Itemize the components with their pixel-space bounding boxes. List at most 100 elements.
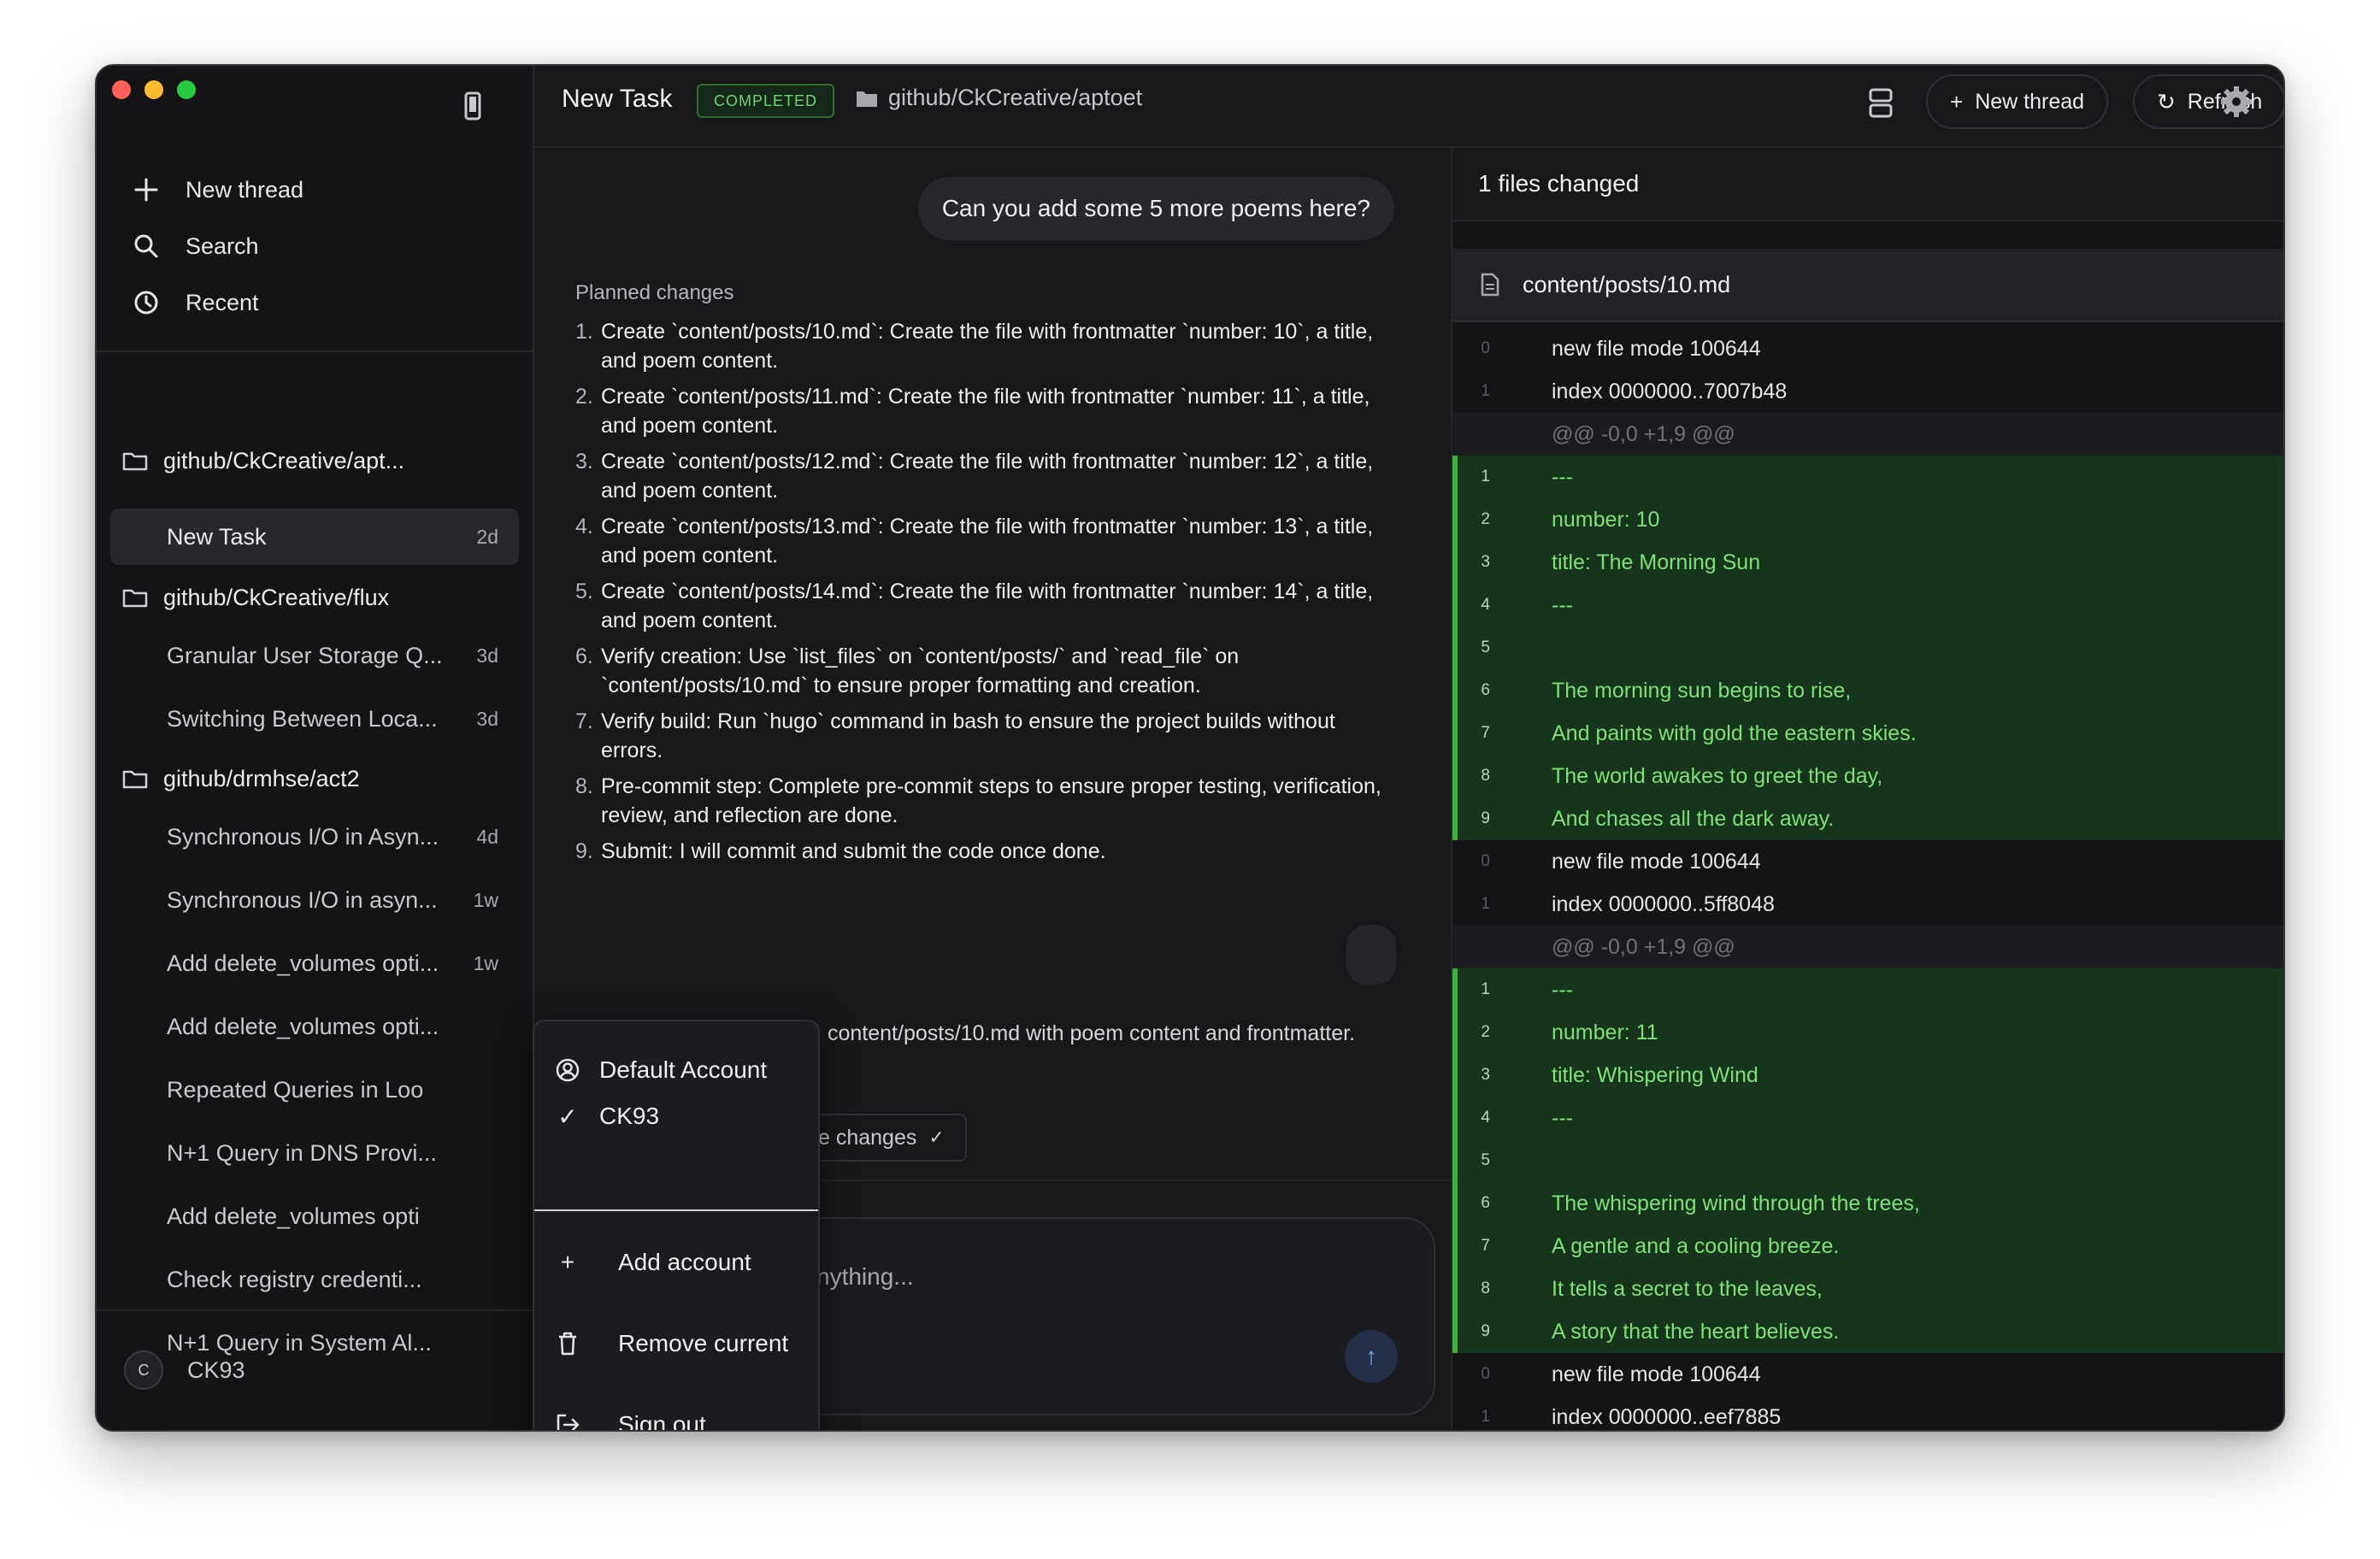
check-icon: ✓ bbox=[928, 1127, 945, 1148]
thread-age: 1w bbox=[473, 888, 498, 911]
sidebar-recent[interactable]: Recent bbox=[131, 274, 303, 331]
send-button[interactable]: ↑ bbox=[1345, 1330, 1398, 1383]
line-number: 0 bbox=[1481, 852, 1490, 870]
repo-group-header[interactable]: github/drmhse/act2 bbox=[122, 760, 360, 797]
folder-icon bbox=[122, 589, 148, 608]
diff-added-line: 9 And chases all the dark away. bbox=[1452, 797, 2283, 840]
diff-meta-line: 0 new file mode 100644 bbox=[1452, 327, 2283, 370]
new-thread-button[interactable]: + New thread bbox=[1926, 74, 2109, 129]
account-switcher[interactable]: C CK93 bbox=[124, 1350, 245, 1390]
current-account-label: CK93 bbox=[599, 1103, 660, 1129]
repo-group-name: github/CkCreative/flux bbox=[163, 584, 390, 610]
diff-added-line: 8 It tells a secret to the leaves, bbox=[1452, 1268, 2283, 1310]
thread-item[interactable]: Synchronous I/O in asyn... 1w bbox=[110, 872, 519, 928]
mobile-view-icon[interactable] bbox=[457, 90, 488, 124]
thread-item[interactable]: Add delete_volumes opti... 1w bbox=[110, 935, 519, 991]
folder-icon bbox=[122, 452, 148, 471]
sidebar-recent-label: Recent bbox=[186, 289, 259, 315]
thread-item[interactable]: Synchronous I/O in Asyn... 4d bbox=[110, 809, 519, 865]
diff-added-line: 7 A gentle and a cooling breeze. bbox=[1452, 1225, 2283, 1268]
line-number: 5 bbox=[1481, 638, 1490, 656]
line-number: 8 bbox=[1481, 767, 1490, 785]
line-number: 1 bbox=[1481, 468, 1490, 485]
line-number: 4 bbox=[1481, 1109, 1490, 1127]
line-code: A story that the heart believes. bbox=[1552, 1319, 1840, 1344]
thread-item[interactable]: Add delete_volumes opti bbox=[110, 1188, 519, 1244]
line-number: 1 bbox=[1481, 895, 1490, 913]
minimize-window-button[interactable] bbox=[144, 80, 163, 99]
plus-icon bbox=[131, 174, 162, 205]
refresh-button[interactable]: ↻ Refresh bbox=[2133, 74, 2283, 129]
current-account-item[interactable]: ✓ CK93 bbox=[553, 1102, 837, 1131]
thread-item[interactable]: Add delete_volumes opti... bbox=[110, 998, 519, 1055]
line-number: 8 bbox=[1481, 1280, 1490, 1297]
trash-icon bbox=[553, 1329, 582, 1358]
scroll-indicator bbox=[1346, 925, 1396, 985]
plan-steps: 1. Create `content/posts/10.md`: Create t… bbox=[575, 317, 1396, 866]
line-code: index 0000000..eef7885 bbox=[1552, 1404, 1782, 1429]
diff-added-line: 6 The whispering wind through the trees, bbox=[1452, 1182, 2283, 1225]
plan-step: 6. Verify creation: Use `list_files` on `… bbox=[575, 644, 1240, 697]
remove-account-item[interactable]: Remove current bbox=[553, 1329, 837, 1358]
sign-out-item[interactable]: Sign out bbox=[553, 1410, 837, 1430]
repo-link[interactable]: github/CkCreative/aptoet bbox=[856, 85, 1142, 111]
status-badge: COMPLETED bbox=[697, 84, 835, 118]
default-account-item[interactable]: Default Account bbox=[553, 1056, 837, 1085]
line-code: --- bbox=[1552, 1105, 1573, 1130]
plan-step: 2. Create `content/posts/11.md`: Create t… bbox=[575, 385, 1370, 438]
line-number: 3 bbox=[1481, 553, 1490, 571]
line-number: 1 bbox=[1481, 980, 1490, 998]
diff-added-line: 8 The world awakes to greet the day, bbox=[1452, 755, 2283, 797]
diff-lines: 0 new file mode 100644 1 index 0000000..700… bbox=[1452, 327, 2283, 1430]
window-controls bbox=[112, 80, 196, 99]
line-number: 5 bbox=[1481, 1151, 1490, 1169]
thread-item[interactable]: Switching Between Loca... 3d bbox=[110, 691, 519, 747]
thread-title: Switching Between Loca... bbox=[167, 705, 438, 732]
diff-hunk-header: @@ -0,0 +1,9 @@ bbox=[1452, 926, 2283, 968]
line-code: new file mode 100644 bbox=[1552, 1362, 1761, 1386]
line-code: --- bbox=[1552, 464, 1573, 489]
sidebar-divider bbox=[97, 350, 534, 352]
thread-item[interactable]: N+1 Query in DNS Provi... bbox=[110, 1125, 519, 1181]
thread-item[interactable]: Check registry credenti... bbox=[110, 1251, 519, 1308]
sidebar: New thread Search Recent github/CkCreati… bbox=[97, 66, 534, 1430]
line-number: 9 bbox=[1481, 1322, 1490, 1340]
gear-icon[interactable] bbox=[2216, 81, 2257, 122]
repo-group-header[interactable]: github/CkCreative/apt... bbox=[122, 442, 404, 479]
line-number: 1 bbox=[1481, 382, 1490, 400]
thread-age: 4d bbox=[476, 825, 498, 848]
sidebar-search[interactable]: Search bbox=[131, 218, 303, 274]
diff-meta-line: 0 new file mode 100644 bbox=[1452, 840, 2283, 883]
line-number: 6 bbox=[1481, 681, 1490, 699]
repo-group-header[interactable]: github/CkCreative/flux bbox=[122, 579, 389, 616]
diff-file-header[interactable]: content/posts/10.md bbox=[1452, 249, 2283, 322]
check-icon: ✓ bbox=[557, 1103, 578, 1130]
diff-file-name: content/posts/10.md bbox=[1523, 271, 1731, 297]
thread-item[interactable]: Repeated Queries in Loo bbox=[110, 1062, 519, 1118]
maximize-window-button[interactable] bbox=[177, 80, 196, 99]
account-menu: Default Account ✓ CK93 + Add account Rem… bbox=[533, 1020, 820, 1430]
diff-meta-line: 1 index 0000000..7007b48 bbox=[1452, 370, 2283, 413]
plan-step: 3. Create `content/posts/12.md`: Create t… bbox=[575, 450, 1374, 503]
thread-item[interactable]: Granular User Storage Q... 3d bbox=[110, 627, 519, 684]
diff-meta-line: 1 index 0000000..5ff8048 bbox=[1452, 883, 2283, 926]
new-thread-label: New thread bbox=[1975, 89, 2085, 114]
diff-added-line: 4 --- bbox=[1452, 1097, 2283, 1139]
folder-icon bbox=[857, 91, 877, 107]
line-code: A gentle and a cooling breeze. bbox=[1552, 1233, 1840, 1258]
add-account-item[interactable]: + Add account bbox=[553, 1248, 837, 1277]
close-window-button[interactable] bbox=[112, 80, 131, 99]
thread-item[interactable]: New Task 2d bbox=[110, 509, 519, 565]
diff-added-line: 1 --- bbox=[1452, 456, 2283, 498]
layout-toggle-icon[interactable] bbox=[1864, 85, 1898, 122]
sidebar-new-thread[interactable]: New thread bbox=[131, 162, 303, 218]
diff-summary: 1 files changed bbox=[1452, 148, 2283, 221]
default-account-label: Default Account bbox=[599, 1056, 768, 1083]
repo-group-name: github/drmhse/act2 bbox=[163, 765, 360, 791]
user-message: Can you add some 5 more poems here? bbox=[917, 177, 1394, 240]
planned-changes-label: Planned changes bbox=[575, 281, 734, 304]
line-code: number: 11 bbox=[1552, 1020, 1658, 1044]
line-code: new file mode 100644 bbox=[1552, 849, 1761, 874]
page-title: New Task bbox=[562, 85, 673, 113]
thread-title: Check registry credenti... bbox=[167, 1266, 422, 1292]
